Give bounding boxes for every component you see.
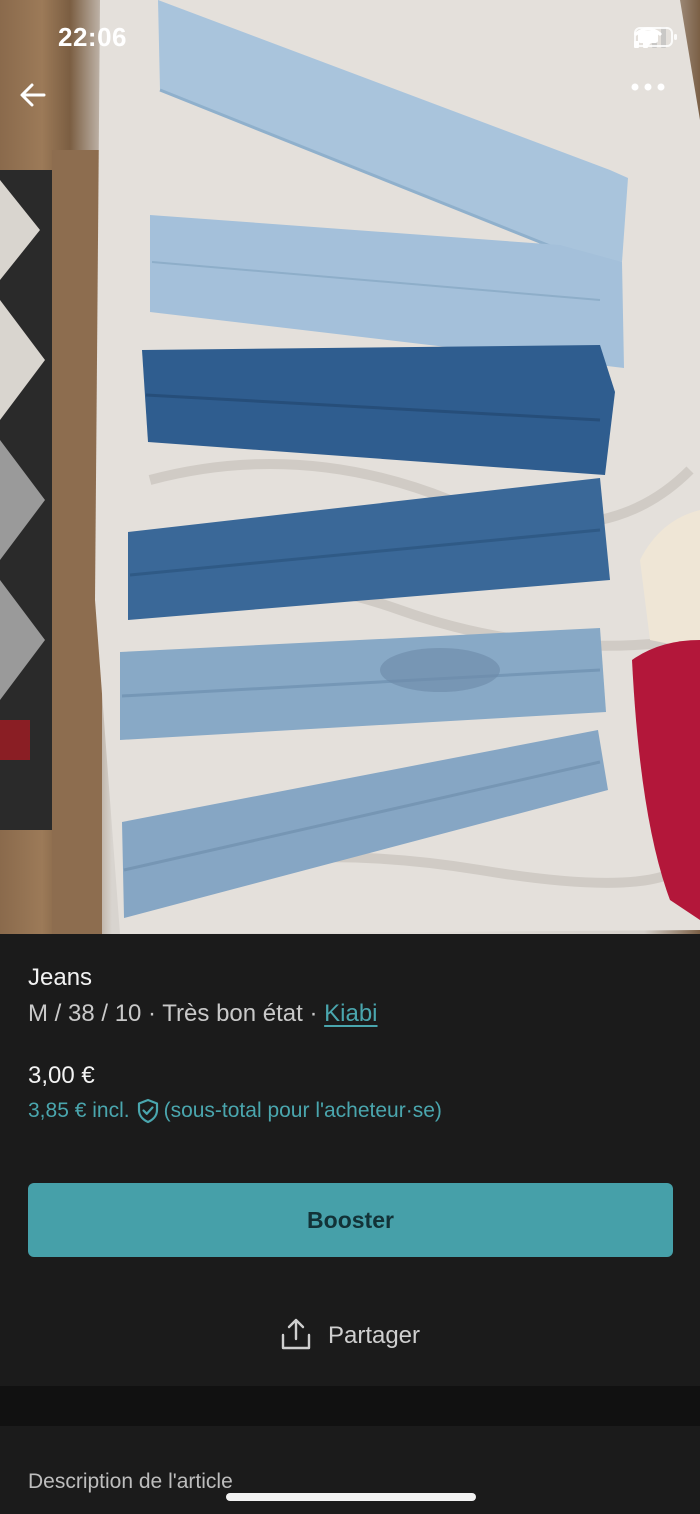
status-bar: 22:06	[0, 0, 700, 80]
section-divider	[0, 1386, 700, 1426]
booster-button[interactable]: Booster	[28, 1183, 673, 1257]
more-options-button[interactable]	[630, 82, 686, 138]
listing-title: Jeans	[28, 964, 93, 991]
share-upload-icon	[280, 1317, 312, 1356]
jeans-photo-illustration	[0, 0, 700, 934]
buyer-price-note: (sous-total pour l'acheteur·se)	[163, 1099, 442, 1122]
size-condition-text: M / 38 / 10 · Très bon état ·	[28, 1000, 325, 1027]
home-indicator[interactable]	[226, 1493, 476, 1501]
product-photo[interactable]: 22:06	[0, 0, 700, 934]
description-heading: Description de l'article	[28, 1470, 233, 1493]
back-button[interactable]	[18, 80, 74, 136]
shield-check-icon	[136, 1098, 160, 1124]
buyer-price-info[interactable]: 3,85 € incl. (sous-total pour l'acheteur…	[28, 1098, 442, 1124]
brand-link[interactable]: Kiabi	[324, 1000, 377, 1027]
listing-screen: 22:06 Jeans M / 38 / 10 · Très bon état …	[0, 0, 700, 1514]
share-label: Partager	[327, 1322, 421, 1349]
listing-price: 3,00 €	[28, 1062, 95, 1089]
buyer-price-value: 3,85 € incl.	[28, 1099, 130, 1122]
listing-details: M / 38 / 10 · Très bon état · Kiabi	[28, 1000, 378, 1028]
share-button[interactable]: Partager	[0, 1306, 700, 1366]
listing-info: Jeans M / 38 / 10 · Très bon état · Kiab…	[0, 934, 700, 1386]
status-time: 22:06	[58, 22, 127, 52]
